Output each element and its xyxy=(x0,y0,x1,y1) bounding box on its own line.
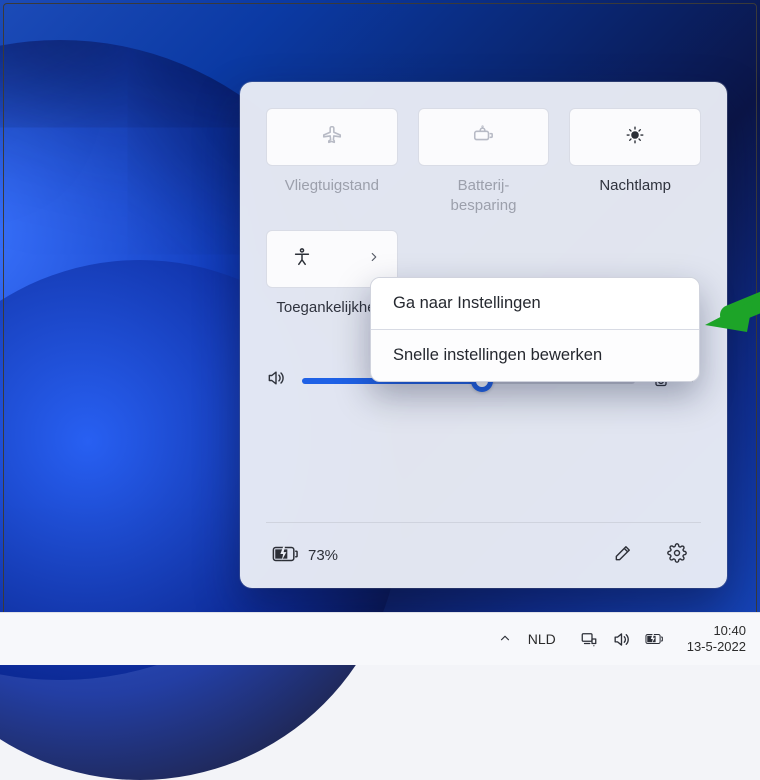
night-light-label: Nachtlamp xyxy=(599,176,671,216)
quick-settings-panel: Vliegtuigstand Batterij- besparing Nacht… xyxy=(240,82,727,588)
airplane-mode-button[interactable] xyxy=(266,108,398,166)
system-tray[interactable] xyxy=(572,624,671,655)
battery-saver-icon xyxy=(472,124,494,151)
battery-status[interactable]: 73% xyxy=(272,545,338,567)
night-light-button[interactable] xyxy=(569,108,701,166)
tray-overflow-button[interactable] xyxy=(498,631,512,648)
ime-indicator[interactable]: NLD xyxy=(528,631,556,647)
airplane-mode-label: Vliegtuigstand xyxy=(285,176,379,216)
battery-icon xyxy=(645,630,663,648)
chevron-right-icon xyxy=(367,250,381,269)
battery-charging-icon xyxy=(272,545,298,567)
tile-battery-saver: Batterij- besparing xyxy=(418,108,550,216)
speaker-icon xyxy=(612,630,631,649)
battery-percent: 73% xyxy=(308,547,338,564)
tile-airplane-mode: Vliegtuigstand xyxy=(266,108,398,216)
tile-night-light: Nachtlamp xyxy=(569,108,701,216)
context-menu: Ga naar Instellingen Snelle instellingen… xyxy=(370,277,700,382)
taskbar-date: 13-5-2022 xyxy=(687,639,746,655)
context-menu-edit-quick-settings[interactable]: Snelle instellingen bewerken xyxy=(371,330,699,381)
quick-settings-footer: 73% xyxy=(266,522,701,588)
taskbar-time: 10:40 xyxy=(713,623,746,639)
accessibility-icon xyxy=(291,246,313,273)
battery-saver-button[interactable] xyxy=(418,108,550,166)
chevron-up-icon xyxy=(498,633,512,648)
footer-actions xyxy=(605,538,695,574)
night-light-icon xyxy=(624,124,646,151)
network-icon xyxy=(580,630,598,648)
airplane-icon xyxy=(321,124,343,151)
taskbar-clock[interactable]: 10:40 13-5-2022 xyxy=(687,623,746,656)
gear-icon xyxy=(667,543,687,568)
speaker-icon[interactable] xyxy=(266,368,286,393)
settings-button[interactable] xyxy=(659,538,695,574)
battery-saver-label: Batterij- besparing xyxy=(451,176,517,216)
edit-quick-settings-button[interactable] xyxy=(605,538,641,574)
pencil-icon xyxy=(613,543,633,568)
taskbar: NLD 10:40 13-5-2022 xyxy=(0,612,760,665)
context-menu-go-to-settings[interactable]: Ga naar Instellingen xyxy=(371,278,699,329)
